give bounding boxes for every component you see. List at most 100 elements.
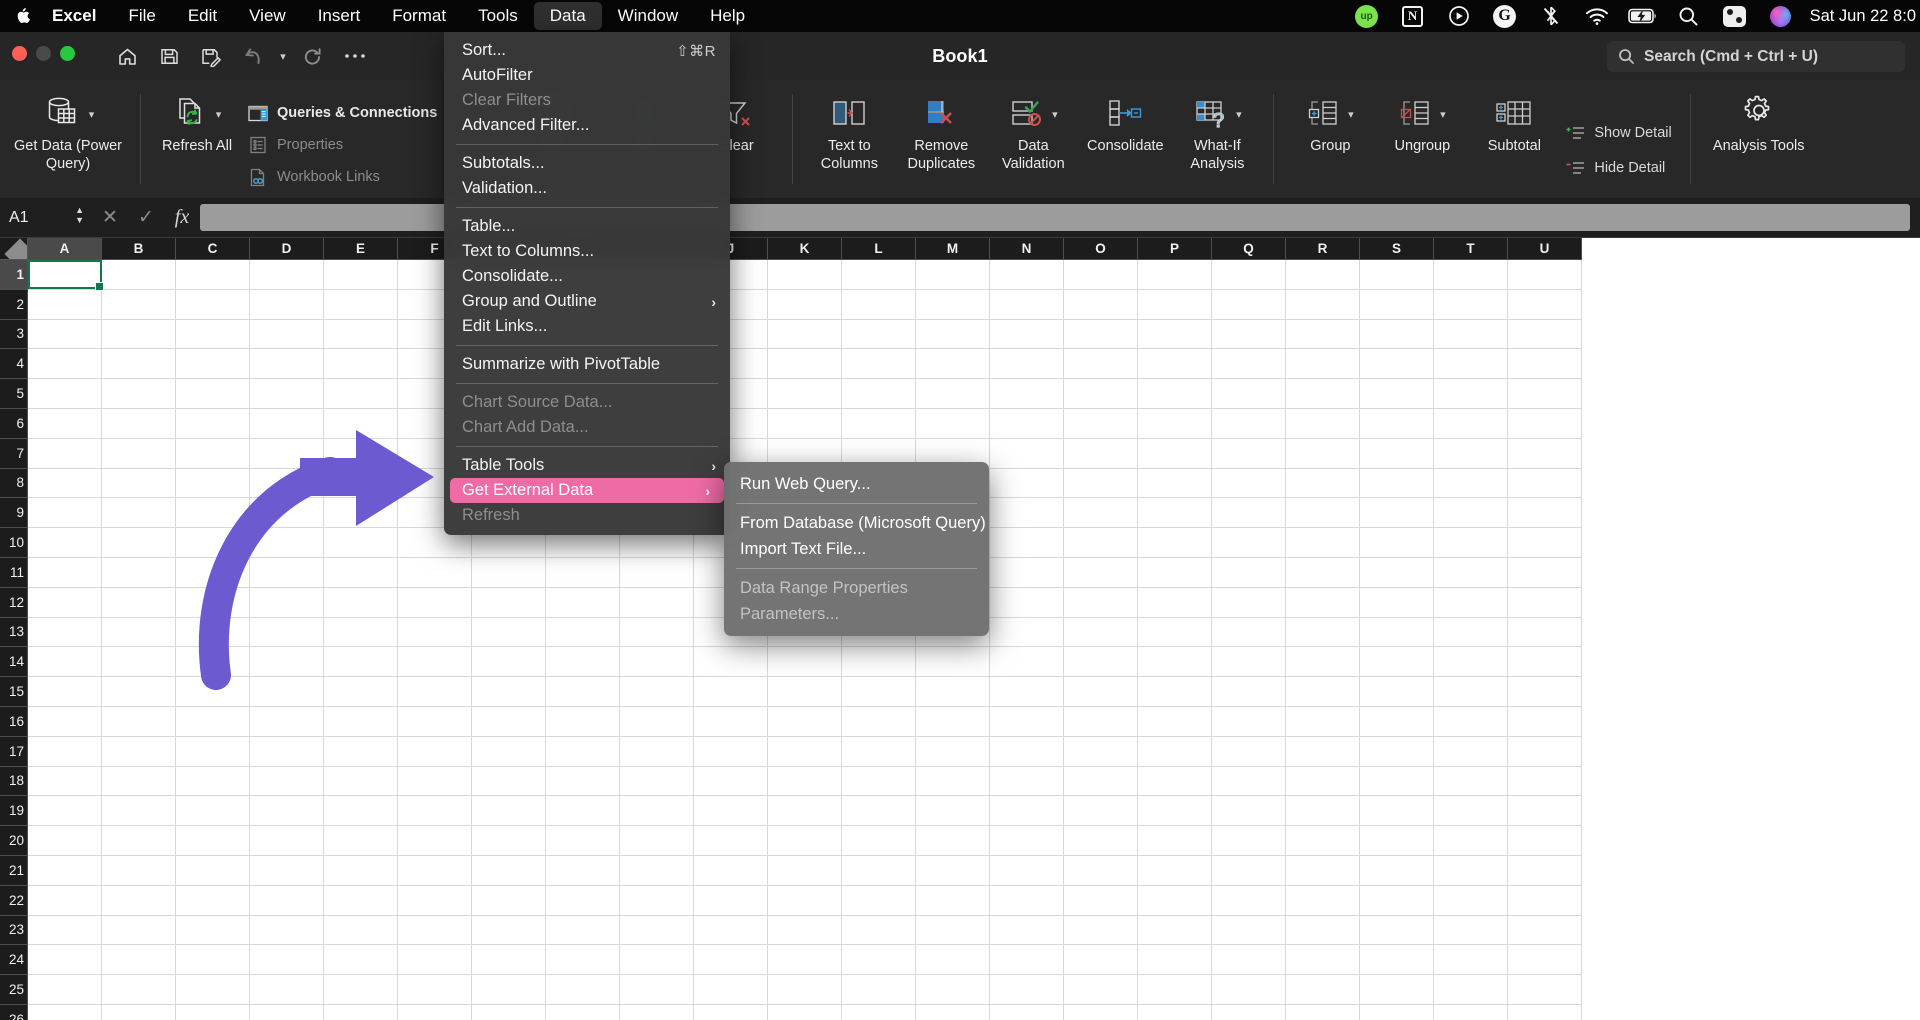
cell-N18[interactable] xyxy=(990,766,1064,797)
cell-P6[interactable] xyxy=(1138,408,1212,439)
cell-A25[interactable] xyxy=(28,975,102,1005)
cell-M25[interactable] xyxy=(916,975,990,1005)
cell-B2[interactable] xyxy=(102,289,176,320)
cell-T5[interactable] xyxy=(1434,379,1508,409)
submenu-item-run-web-query[interactable]: Run Web Query... xyxy=(724,471,989,497)
column-header-t[interactable]: T xyxy=(1434,238,1508,260)
cell-C3[interactable] xyxy=(176,319,250,350)
row-header-19[interactable]: 19 xyxy=(0,796,28,827)
column-header-c[interactable]: C xyxy=(176,238,250,260)
cell-P10[interactable] xyxy=(1138,528,1212,558)
cell-U8[interactable] xyxy=(1508,468,1582,499)
show-detail-button[interactable]: Show Detail xyxy=(1564,120,1672,145)
cell-N2[interactable] xyxy=(990,289,1064,320)
cell-Q12[interactable] xyxy=(1212,587,1286,618)
cell-I15[interactable] xyxy=(620,677,694,707)
cell-G11[interactable] xyxy=(472,557,546,588)
cell-I12[interactable] xyxy=(620,587,694,618)
cell-R12[interactable] xyxy=(1286,587,1360,618)
cell-F23[interactable] xyxy=(398,915,472,946)
cell-I13[interactable] xyxy=(620,617,694,648)
menu-item-table[interactable]: Table... xyxy=(444,214,730,239)
row-header-6[interactable]: 6 xyxy=(0,408,28,439)
cell-L14[interactable] xyxy=(842,647,916,678)
cell-P20[interactable] xyxy=(1138,826,1212,856)
cell-J23[interactable] xyxy=(694,915,768,946)
cell-K21[interactable] xyxy=(768,855,842,886)
get-data-caret-icon[interactable]: ▾ xyxy=(89,108,95,121)
cell-S1[interactable] xyxy=(1360,260,1434,290)
cell-U15[interactable] xyxy=(1508,677,1582,707)
cell-T3[interactable] xyxy=(1434,319,1508,350)
cell-R10[interactable] xyxy=(1286,528,1360,558)
cell-P19[interactable] xyxy=(1138,796,1212,827)
cell-K2[interactable] xyxy=(768,289,842,320)
cell-R2[interactable] xyxy=(1286,289,1360,320)
cell-R9[interactable] xyxy=(1286,498,1360,529)
cell-E22[interactable] xyxy=(324,885,398,916)
cell-N9[interactable] xyxy=(990,498,1064,529)
cell-C16[interactable] xyxy=(176,706,250,737)
cell-C11[interactable] xyxy=(176,557,250,588)
cell-U3[interactable] xyxy=(1508,319,1582,350)
cell-H26[interactable] xyxy=(546,1004,620,1020)
cell-Q16[interactable] xyxy=(1212,706,1286,737)
cell-B5[interactable] xyxy=(102,379,176,409)
cell-I17[interactable] xyxy=(620,736,694,767)
cell-C9[interactable] xyxy=(176,498,250,529)
cell-N19[interactable] xyxy=(990,796,1064,827)
cell-E6[interactable] xyxy=(324,408,398,439)
cell-B12[interactable] xyxy=(102,587,176,618)
cell-M2[interactable] xyxy=(916,289,990,320)
cell-A4[interactable] xyxy=(28,349,102,380)
cell-S11[interactable] xyxy=(1360,557,1434,588)
get-data-power-query-button[interactable]: ▾ Get Data (Power Query) xyxy=(6,80,130,198)
cell-T10[interactable] xyxy=(1434,528,1508,558)
cell-U16[interactable] xyxy=(1508,706,1582,737)
cell-D3[interactable] xyxy=(250,319,324,350)
cell-M22[interactable] xyxy=(916,885,990,916)
cell-O24[interactable] xyxy=(1064,945,1138,976)
wifi-icon[interactable] xyxy=(1574,0,1620,32)
cell-B7[interactable] xyxy=(102,438,176,469)
cell-A2[interactable] xyxy=(28,289,102,320)
cell-C1[interactable] xyxy=(176,260,250,290)
cell-B8[interactable] xyxy=(102,468,176,499)
cell-I22[interactable] xyxy=(620,885,694,916)
cell-I25[interactable] xyxy=(620,975,694,1005)
cell-F20[interactable] xyxy=(398,826,472,856)
menu-item-group-and-outline[interactable]: Group and Outline › xyxy=(444,289,730,314)
cell-N22[interactable] xyxy=(990,885,1064,916)
row-header-9[interactable]: 9 xyxy=(0,498,28,529)
cell-P24[interactable] xyxy=(1138,945,1212,976)
cell-K22[interactable] xyxy=(768,885,842,916)
bluetooth-off-icon[interactable] xyxy=(1528,0,1574,32)
cell-E21[interactable] xyxy=(324,855,398,886)
cell-B3[interactable] xyxy=(102,319,176,350)
cell-U20[interactable] xyxy=(1508,826,1582,856)
refresh-all-caret-icon[interactable]: ▾ xyxy=(216,108,222,121)
cell-B23[interactable] xyxy=(102,915,176,946)
cell-O2[interactable] xyxy=(1064,289,1138,320)
menu-item-advanced-filter[interactable]: Advanced Filter... xyxy=(444,113,730,138)
cell-B16[interactable] xyxy=(102,706,176,737)
cell-P14[interactable] xyxy=(1138,647,1212,678)
refresh-all-button[interactable]: ▾ Refresh All xyxy=(151,80,243,198)
cell-A6[interactable] xyxy=(28,408,102,439)
cell-S25[interactable] xyxy=(1360,975,1434,1005)
cell-J15[interactable] xyxy=(694,677,768,707)
cell-K17[interactable] xyxy=(768,736,842,767)
cell-B10[interactable] xyxy=(102,528,176,558)
cell-T13[interactable] xyxy=(1434,617,1508,648)
up-badge-icon[interactable]: up xyxy=(1344,0,1390,32)
cell-U1[interactable] xyxy=(1508,260,1582,290)
cell-K5[interactable] xyxy=(768,379,842,409)
consolidate-button[interactable]: Consolidate xyxy=(1079,80,1171,198)
remove-duplicates-button[interactable]: Remove Duplicates xyxy=(895,80,987,198)
cell-J16[interactable] xyxy=(694,706,768,737)
cell-S18[interactable] xyxy=(1360,766,1434,797)
cell-T2[interactable] xyxy=(1434,289,1508,320)
cell-O9[interactable] xyxy=(1064,498,1138,529)
cell-P7[interactable] xyxy=(1138,438,1212,469)
menu-item-subtotals[interactable]: Subtotals... xyxy=(444,151,730,176)
